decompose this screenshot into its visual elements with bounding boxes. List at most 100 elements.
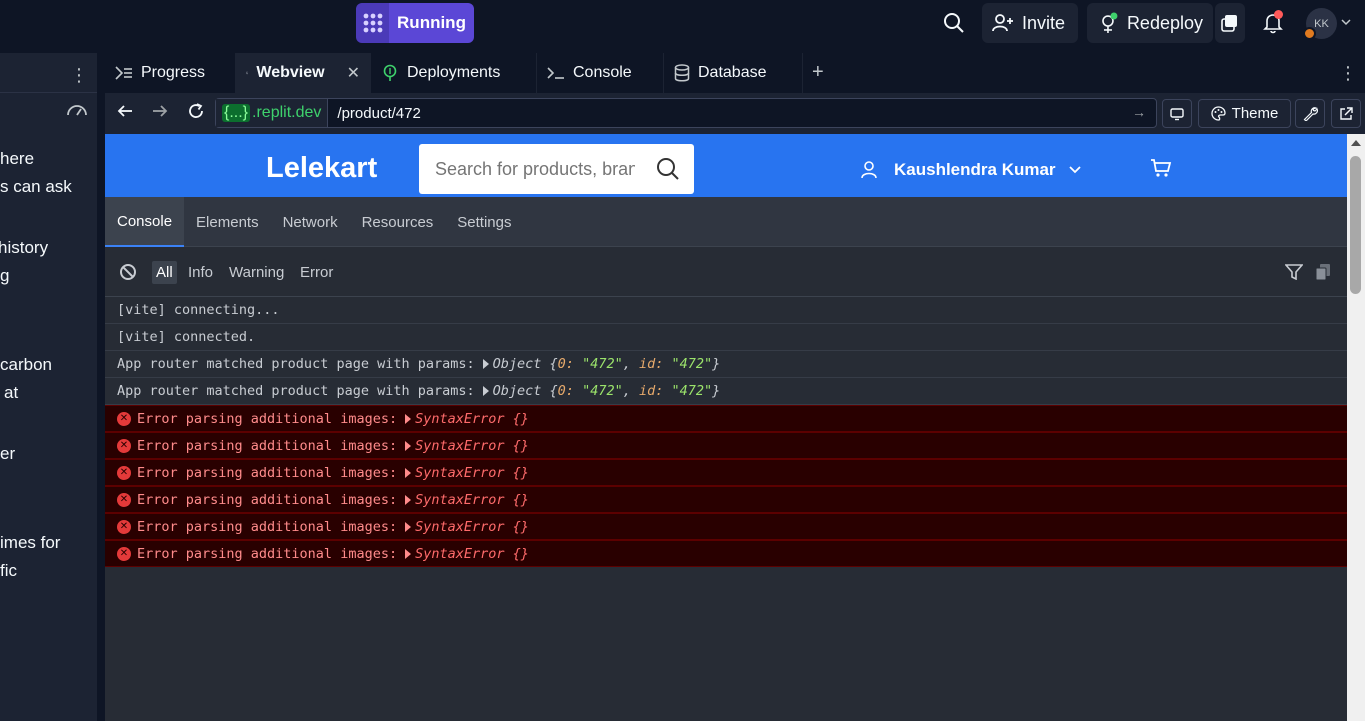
gauge-icon[interactable] xyxy=(66,102,88,123)
error-icon: ✕ xyxy=(117,411,131,426)
expand-triangle-icon[interactable] xyxy=(405,494,412,505)
filter-info[interactable]: Info xyxy=(184,261,217,284)
error-object[interactable]: SyntaxError {} xyxy=(415,492,529,508)
console-log-row: [vite] connecting... xyxy=(105,297,1347,324)
expand-triangle-icon[interactable] xyxy=(482,359,489,369)
log-object-type[interactable]: Object xyxy=(493,356,542,372)
run-control[interactable]: Running xyxy=(356,3,474,43)
filter-warning[interactable]: Warning xyxy=(225,261,288,284)
console-log-row: App router matched product page with par… xyxy=(105,378,1347,405)
site-user-menu[interactable]: Kaushlendra Kumar xyxy=(860,160,1082,180)
webview-scrollbar[interactable] xyxy=(1347,134,1365,721)
layout-button[interactable] xyxy=(1215,3,1245,43)
tab-console[interactable]: Console xyxy=(537,53,664,93)
filter-all[interactable]: All xyxy=(152,261,177,284)
cart-icon[interactable] xyxy=(1150,158,1172,183)
forward-arrow-icon[interactable] xyxy=(152,103,168,124)
scroll-up-arrow-icon[interactable] xyxy=(1351,140,1361,146)
notification-dot xyxy=(1274,10,1283,19)
devtools-tab-resources[interactable]: Resources xyxy=(350,197,446,247)
tab-progress[interactable]: Progress xyxy=(105,53,236,93)
log-object-value: "472" xyxy=(671,356,713,372)
tab-deployments[interactable]: Deployments xyxy=(371,53,537,93)
expand-triangle-icon[interactable] xyxy=(405,413,412,424)
expand-triangle-icon[interactable] xyxy=(482,386,489,396)
chat-text-line: history xyxy=(0,238,49,257)
invite-button[interactable]: Invite xyxy=(982,3,1078,43)
open-new-tab-button[interactable] xyxy=(1331,99,1361,128)
console-error-row: ✕ Error parsing additional images: Synta… xyxy=(105,486,1347,513)
workspace-pane: Progress Webview ✕ Deployments Console D… xyxy=(105,53,1365,721)
filter-icon[interactable] xyxy=(1284,264,1304,285)
tab-webview[interactable]: Webview ✕ xyxy=(236,53,371,93)
log-object-key: id: xyxy=(638,356,664,372)
chat-text-line: g xyxy=(0,266,10,285)
redeploy-label: Redeploy xyxy=(1126,12,1203,33)
back-arrow-icon[interactable] xyxy=(117,103,133,124)
devtools-tab-console[interactable]: Console xyxy=(105,197,185,247)
error-object[interactable]: SyntaxError {} xyxy=(415,411,529,427)
log-object-key: 0: xyxy=(557,383,574,399)
scrollbar-thumb[interactable] xyxy=(1350,156,1361,294)
filter-error[interactable]: Error xyxy=(296,261,337,284)
copy-icon[interactable] xyxy=(1315,263,1331,286)
log-text: [vite] connecting... xyxy=(117,302,280,318)
devtools-tab-network[interactable]: Network xyxy=(271,197,350,247)
error-object[interactable]: SyntaxError {} xyxy=(415,465,529,481)
run-button[interactable]: Running xyxy=(389,3,474,43)
error-object[interactable]: SyntaxError {} xyxy=(415,519,529,535)
devtools-tab-settings[interactable]: Settings xyxy=(445,197,523,247)
external-link-icon xyxy=(1340,106,1353,120)
chat-text-line: s can ask xyxy=(0,177,72,196)
chat-text-line: fic xyxy=(0,561,17,580)
go-arrow-icon[interactable]: → xyxy=(1132,104,1146,120)
theme-label: Theme xyxy=(1231,105,1279,122)
devtools-tab-elements[interactable]: Elements xyxy=(184,197,271,247)
console-error-row: ✕ Error parsing additional images: Synta… xyxy=(105,405,1347,432)
tab-label: Webview xyxy=(256,64,325,81)
log-text: App router matched product page with par… xyxy=(117,356,475,372)
kebab-menu-icon[interactable]: ⋮ xyxy=(1339,63,1357,84)
devtools-button[interactable] xyxy=(1295,99,1325,128)
wrench-icon xyxy=(1303,107,1318,121)
console-error-row: ✕ Error parsing additional images: Synta… xyxy=(105,459,1347,486)
kebab-menu-icon[interactable]: ⋮ xyxy=(70,65,88,86)
error-text: Error parsing additional images: xyxy=(137,545,398,562)
add-user-icon xyxy=(992,14,1013,32)
error-object[interactable]: SyntaxError {} xyxy=(415,546,529,562)
device-button[interactable] xyxy=(1162,99,1192,128)
site-logo[interactable]: Lelekart xyxy=(266,152,377,185)
url-input[interactable]: {...} .replit.dev /product/472 → xyxy=(215,98,1157,128)
pane-resize-handle[interactable] xyxy=(97,53,105,721)
add-tab-icon[interactable]: + xyxy=(812,61,824,84)
log-object-key: id: xyxy=(638,383,664,399)
chevron-down-icon[interactable] xyxy=(1341,18,1351,26)
expand-triangle-icon[interactable] xyxy=(405,521,412,532)
error-object[interactable]: SyntaxError {} xyxy=(415,438,529,454)
error-icon: ✕ xyxy=(117,438,131,453)
log-object-type[interactable]: Object xyxy=(493,383,542,399)
error-text: Error parsing additional images: xyxy=(137,410,398,427)
clear-console-icon[interactable] xyxy=(119,263,137,286)
theme-button[interactable]: Theme xyxy=(1198,99,1291,128)
expand-triangle-icon[interactable] xyxy=(405,548,412,559)
avatar-status-badge xyxy=(1303,27,1316,40)
monitor-icon xyxy=(246,71,249,75)
log-object-value: "472" xyxy=(582,356,623,372)
search-icon[interactable] xyxy=(656,157,680,181)
layers-icon xyxy=(1221,15,1237,32)
search-icon[interactable] xyxy=(943,12,965,34)
close-icon[interactable]: ✕ xyxy=(347,63,360,83)
expand-triangle-icon[interactable] xyxy=(405,467,412,478)
site-search-box[interactable] xyxy=(419,144,694,194)
error-icon: ✕ xyxy=(117,465,131,480)
tab-database[interactable]: Database xyxy=(664,53,803,93)
user-icon xyxy=(861,161,877,179)
refresh-icon[interactable] xyxy=(187,102,205,125)
expand-triangle-icon[interactable] xyxy=(405,440,412,451)
redeploy-button[interactable]: Redeploy xyxy=(1087,3,1213,43)
site-search-input[interactable] xyxy=(435,158,635,180)
error-text: Error parsing additional images: xyxy=(137,464,398,481)
chat-text-line: at xyxy=(4,383,19,402)
run-logo-icon[interactable] xyxy=(356,3,389,43)
